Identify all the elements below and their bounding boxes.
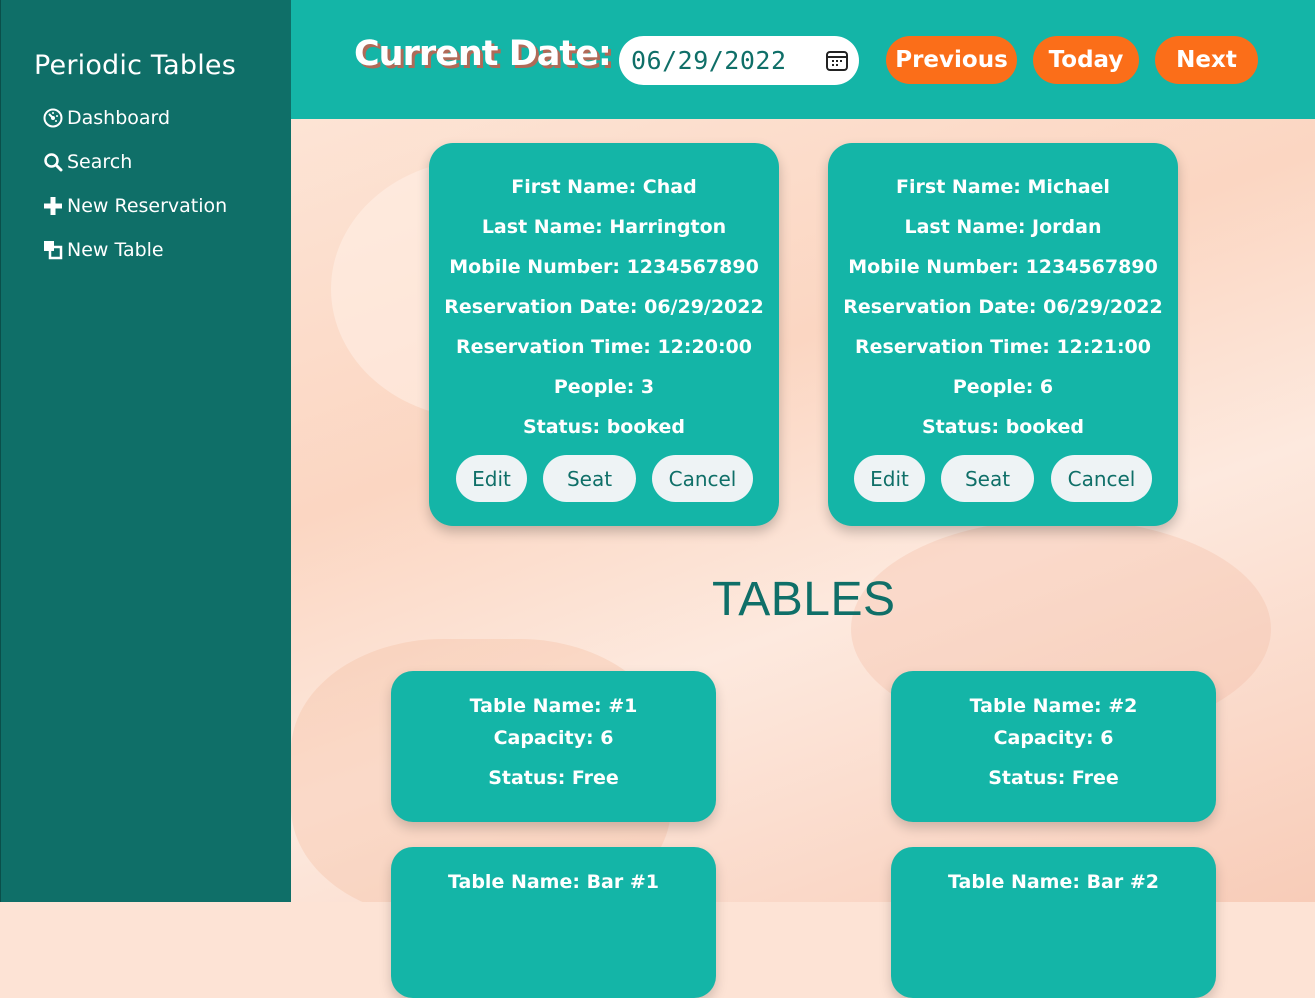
reservation-card: First Name: Michael Last Name: Jordan Mo… bbox=[828, 143, 1178, 526]
today-button[interactable]: Today bbox=[1033, 36, 1139, 84]
sidebar-item-label: Search bbox=[67, 151, 133, 173]
edit-button[interactable]: Edit bbox=[456, 455, 527, 502]
reservation-status: Status: booked bbox=[522, 416, 686, 438]
mobile-number: Mobile Number: 1234567890 bbox=[449, 256, 759, 278]
calendar-icon[interactable] bbox=[825, 48, 849, 76]
cancel-button[interactable]: Cancel bbox=[1051, 455, 1152, 502]
date-picker[interactable] bbox=[619, 36, 859, 85]
seat-button[interactable]: Seat bbox=[543, 455, 636, 502]
last-name: Last Name: Jordan bbox=[904, 216, 1102, 238]
first-name: First Name: Chad bbox=[511, 176, 697, 198]
sidebar-nav: Dashboard Search New Reservation New Tab… bbox=[41, 96, 227, 272]
reservation-time: Reservation Time: 12:21:00 bbox=[855, 336, 1151, 358]
table-card: Table Name: Bar #1 bbox=[391, 847, 716, 998]
people-count: People: 3 bbox=[553, 376, 655, 398]
table-card: Table Name: #2 Capacity: 6 Status: Free bbox=[891, 671, 1216, 822]
sidebar: Periodic Tables Dashboard Search New Res… bbox=[0, 0, 291, 902]
cancel-button[interactable]: Cancel bbox=[652, 455, 753, 502]
dashboard-icon bbox=[41, 106, 65, 130]
first-name: First Name: Michael bbox=[896, 176, 1110, 198]
table-status: Status: Free bbox=[988, 767, 1119, 789]
table-name: Table Name: Bar #2 bbox=[948, 871, 1159, 893]
last-name: Last Name: Harrington bbox=[481, 216, 727, 238]
table-card: Table Name: #1 Capacity: 6 Status: Free bbox=[391, 671, 716, 822]
reservation-date: Reservation Date: 06/29/2022 bbox=[444, 296, 764, 318]
brand-title[interactable]: Periodic Tables bbox=[34, 50, 236, 81]
plus-icon bbox=[41, 194, 65, 218]
edit-button[interactable]: Edit bbox=[854, 455, 925, 502]
next-button[interactable]: Next bbox=[1155, 36, 1258, 84]
table-name: Table Name: #1 bbox=[469, 695, 638, 717]
search-icon bbox=[41, 150, 65, 174]
table-name: Table Name: #2 bbox=[969, 695, 1138, 717]
table-name: Table Name: Bar #1 bbox=[448, 871, 659, 893]
reservation-date: Reservation Date: 06/29/2022 bbox=[843, 296, 1163, 318]
table-status: Status: Free bbox=[488, 767, 619, 789]
reservation-card: First Name: Chad Last Name: Harrington M… bbox=[429, 143, 779, 526]
sidebar-item-label: New Table bbox=[67, 239, 164, 261]
sidebar-item-dashboard[interactable]: Dashboard bbox=[41, 96, 227, 140]
reservation-time: Reservation Time: 12:20:00 bbox=[456, 336, 752, 358]
tables-heading: TABLES bbox=[712, 573, 896, 626]
reservation-status: Status: booked bbox=[921, 416, 1085, 438]
sidebar-item-label: Dashboard bbox=[67, 107, 171, 129]
current-date-label: Current Date: bbox=[354, 34, 612, 74]
table-capacity: Capacity: 6 bbox=[493, 727, 614, 749]
previous-button[interactable]: Previous bbox=[886, 36, 1017, 84]
sidebar-item-search[interactable]: Search bbox=[41, 140, 227, 184]
sidebar-item-new-table[interactable]: New Table bbox=[41, 228, 227, 272]
sidebar-item-new-reservation[interactable]: New Reservation bbox=[41, 184, 227, 228]
people-count: People: 6 bbox=[952, 376, 1054, 398]
table-card: Table Name: Bar #2 bbox=[891, 847, 1216, 998]
date-input[interactable] bbox=[629, 45, 813, 76]
sidebar-item-label: New Reservation bbox=[67, 195, 228, 217]
mobile-number: Mobile Number: 1234567890 bbox=[848, 256, 1158, 278]
layers-icon bbox=[41, 238, 65, 262]
seat-button[interactable]: Seat bbox=[941, 455, 1034, 502]
table-capacity: Capacity: 6 bbox=[993, 727, 1114, 749]
